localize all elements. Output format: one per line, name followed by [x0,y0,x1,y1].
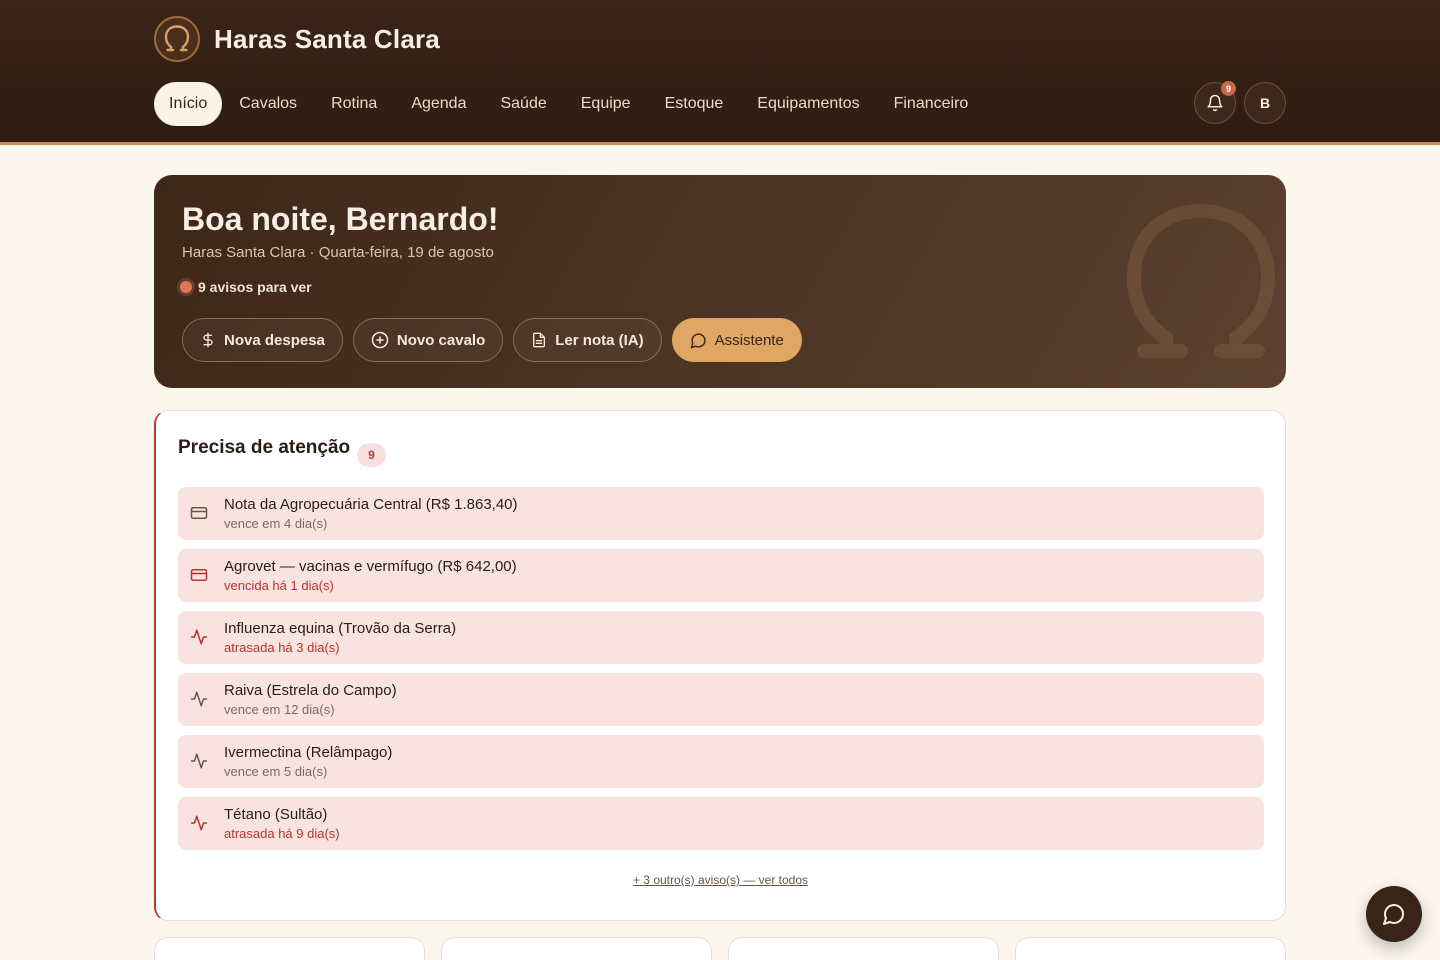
nav-item-cavalos[interactable]: Cavalos [222,82,314,126]
read-invoice-button[interactable]: Ler nota (IA) [513,318,662,362]
welcome-hero: Boa noite, Bernardo! Haras Santa Clara ·… [154,175,1286,388]
file-text-icon [533,332,546,348]
new-expense-label: Nova despesa [224,331,325,349]
activity-icon [190,629,208,645]
activity-icon [190,691,208,707]
chat-fab-button[interactable] [1366,886,1422,942]
nav-item-agenda[interactable]: Agenda [394,82,483,126]
credit-card-icon [190,507,208,519]
read-invoice-label: Ler nota (IA) [555,331,644,349]
nav-item-saude[interactable]: Saúde [483,82,563,126]
nav-item-equipe[interactable]: Equipe [564,82,648,126]
nav-item-rotina[interactable]: Rotina [314,82,394,126]
alert-due: atrasada há 9 dia(s) [224,826,340,841]
alert-due: atrasada há 3 dia(s) [224,640,340,655]
new-horse-button[interactable]: Novo cavalo [352,318,504,362]
alert-due: vence em 4 dia(s) [224,516,328,531]
greeting-title: Boa noite, Bernardo! [182,201,499,237]
alert-title: Ivermectina (Relâmpago) [224,744,393,761]
attention-card: Precisa de atenção 9 Nota da Agropecuári… [154,410,1286,921]
summary-card [441,937,712,960]
alerts-summary-label: 9 avisos para ver [198,279,312,295]
alert-title: Tétano (Sultão) [224,806,328,823]
alert-title: Agrovet — vacinas e vermífugo (R$ 642,00… [224,558,517,575]
list-item[interactable]: Influenza equina (Trovão da Serra) atras… [178,611,1264,664]
app-title: Haras Santa Clara [214,23,440,54]
attention-count-badge: 9 [357,443,386,467]
assistant-button[interactable]: Assistente [671,318,802,362]
credit-card-icon [190,569,208,581]
header-actions: 9 B [1194,81,1286,124]
alert-due: vence em 5 dia(s) [224,764,328,779]
alert-dot-icon [180,281,192,293]
chat-bubble-icon [1383,904,1404,925]
attention-title: Precisa de atenção [178,437,351,458]
activity-icon [190,753,208,769]
notifications-button[interactable]: 9 [1194,81,1236,124]
top-header: Haras Santa Clara Início Cavalos Rotina … [0,0,1440,145]
nav-item-equipamentos[interactable]: Equipamentos [740,82,876,126]
alert-title: Influenza equina (Trovão da Serra) [224,620,457,637]
summary-card [728,937,999,960]
nav-item-inicio[interactable]: Início [154,82,223,126]
summary-card [1015,937,1286,960]
farm-date-subtitle: Haras Santa Clara · Quarta-feira, 19 de … [182,244,494,261]
alert-title: Nota da Agropecuária Central (R$ 1.863,4… [224,496,518,513]
user-avatar[interactable]: B [1244,82,1286,124]
omega-horseshoe-watermark-icon [1126,203,1276,358]
dollar-icon [203,332,213,348]
alert-title: Raiva (Estrela do Campo) [224,682,397,699]
main-nav: Início Cavalos Rotina Agenda Saúde Equip… [154,82,985,126]
attention-list: Nota da Agropecuária Central (R$ 1.863,4… [178,487,1264,859]
alerts-summary[interactable]: 9 avisos para ver [180,279,312,295]
notification-count-badge: 9 [1221,81,1236,96]
list-item[interactable]: Ivermectina (Relâmpago) vence em 5 dia(s… [178,735,1264,788]
chat-bubble-icon [690,332,706,348]
list-item[interactable]: Tétano (Sultão) atrasada há 9 dia(s) [178,797,1264,850]
nav-item-estoque[interactable]: Estoque [648,82,741,126]
omega-horseshoe-icon [154,16,200,62]
see-all-alerts-link[interactable]: + 3 outro(s) aviso(s) — ver todos [156,873,1285,887]
nav-item-financeiro[interactable]: Financeiro [877,82,986,126]
brand[interactable]: Haras Santa Clara [154,16,440,62]
alert-due: vencida há 1 dia(s) [224,578,334,593]
list-item[interactable]: Agrovet — vacinas e vermífugo (R$ 642,00… [178,549,1264,602]
activity-icon [190,815,208,831]
new-horse-label: Novo cavalo [396,331,486,349]
bell-icon [1207,94,1223,112]
alert-due: vence em 12 dia(s) [224,702,335,717]
quick-actions: Nova despesa Novo cavalo Ler nota (IA) A… [182,318,802,362]
list-item[interactable]: Nota da Agropecuária Central (R$ 1.863,4… [178,487,1264,540]
assistant-label: Assistente [714,331,784,349]
new-expense-button[interactable]: Nova despesa [182,318,343,362]
summary-card [154,937,425,960]
plus-circle-icon [371,331,389,349]
list-item[interactable]: Raiva (Estrela do Campo) vence em 12 dia… [178,673,1264,726]
